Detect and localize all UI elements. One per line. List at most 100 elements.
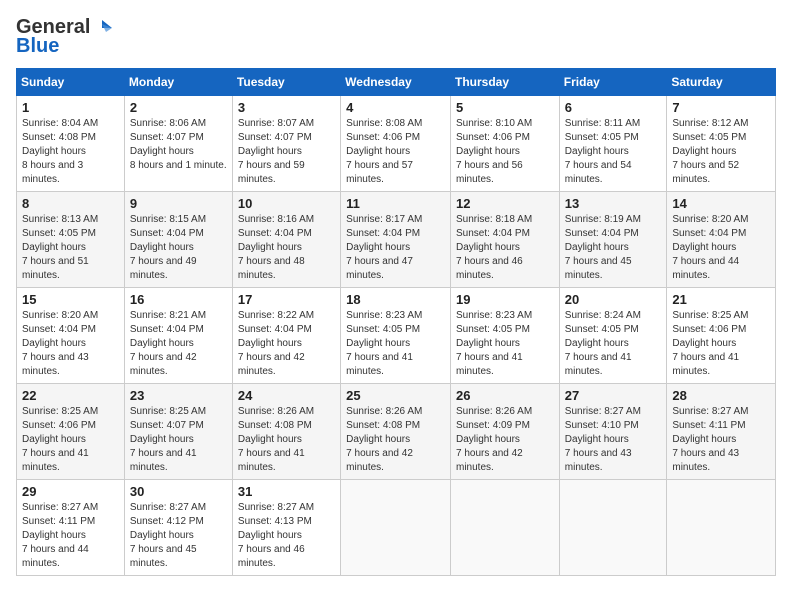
calendar-header-row: SundayMondayTuesdayWednesdayThursdayFrid… bbox=[17, 69, 776, 96]
day-detail: Sunrise: 8:27 AMSunset: 4:11 PMDaylight … bbox=[22, 501, 119, 571]
day-number: 12 bbox=[456, 196, 554, 211]
day-detail: Sunrise: 8:18 AMSunset: 4:04 PMDaylight … bbox=[456, 213, 554, 283]
day-cell: 17 Sunrise: 8:22 AMSunset: 4:04 PMDayligh… bbox=[232, 288, 340, 384]
logo-blue: Blue bbox=[16, 35, 59, 58]
header-cell-friday: Friday bbox=[559, 69, 667, 96]
day-detail: Sunrise: 8:22 AMSunset: 4:04 PMDaylight … bbox=[238, 309, 335, 379]
day-detail: Sunrise: 8:26 AMSunset: 4:09 PMDaylight … bbox=[456, 405, 554, 475]
day-cell: 11Sunrise: 8:17 AMSunset: 4:04 PMDayligh… bbox=[341, 192, 451, 288]
logo-text-block: General Blue bbox=[16, 16, 112, 58]
day-cell: 19Sunrise: 8:23 AMSunset: 4:05 PMDayligh… bbox=[451, 288, 560, 384]
day-number: 5 bbox=[456, 100, 554, 115]
day-number: 21 bbox=[672, 292, 770, 307]
day-cell: 21 Sunrise: 8:25 AMSunset: 4:06 PMDayligh… bbox=[667, 288, 776, 384]
day-detail: Sunrise: 8:04 AMSunset: 4:08 PMDaylight … bbox=[22, 117, 119, 187]
day-detail: Sunrise: 8:27 AMSunset: 4:10 PMDaylight … bbox=[565, 405, 662, 475]
day-detail: Sunrise: 8:13 AMSunset: 4:05 PMDaylight … bbox=[22, 213, 119, 283]
day-cell: 31Sunrise: 8:27 AMSunset: 4:13 PMDayligh… bbox=[232, 480, 340, 576]
day-cell: 23 Sunrise: 8:25 AMSunset: 4:07 PMDayligh… bbox=[124, 384, 232, 480]
day-detail: Sunrise: 8:20 AMSunset: 4:04 PMDaylight … bbox=[672, 213, 770, 283]
header-cell-saturday: Saturday bbox=[667, 69, 776, 96]
day-detail: Sunrise: 8:08 AMSunset: 4:06 PMDaylight … bbox=[346, 117, 445, 187]
day-cell: 18 Sunrise: 8:23 AMSunset: 4:05 PMDayligh… bbox=[341, 288, 451, 384]
day-number: 7 bbox=[672, 100, 770, 115]
week-row-2: 8 Sunrise: 8:13 AMSunset: 4:05 PMDaylight… bbox=[17, 192, 776, 288]
day-cell: 9Sunrise: 8:15 AMSunset: 4:04 PMDaylight… bbox=[124, 192, 232, 288]
day-number: 20 bbox=[565, 292, 662, 307]
day-detail: Sunrise: 8:20 AMSunset: 4:04 PMDaylight … bbox=[22, 309, 119, 379]
day-detail: Sunrise: 8:11 AMSunset: 4:05 PMDaylight … bbox=[565, 117, 662, 187]
day-detail: Sunrise: 8:25 AMSunset: 4:06 PMDaylight … bbox=[672, 309, 770, 379]
day-detail: Sunrise: 8:27 AMSunset: 4:11 PMDaylight … bbox=[672, 405, 770, 475]
day-number: 15 bbox=[22, 292, 119, 307]
day-detail: Sunrise: 8:27 AMSunset: 4:13 PMDaylight … bbox=[238, 501, 335, 571]
week-row-5: 29 Sunrise: 8:27 AMSunset: 4:11 PMDayligh… bbox=[17, 480, 776, 576]
day-number: 2 bbox=[130, 100, 227, 115]
day-cell: 5 Sunrise: 8:10 AMSunset: 4:06 PMDaylight… bbox=[451, 96, 560, 192]
day-detail: Sunrise: 8:12 AMSunset: 4:05 PMDaylight … bbox=[672, 117, 770, 187]
day-cell: 24 Sunrise: 8:26 AMSunset: 4:08 PMDayligh… bbox=[232, 384, 340, 480]
day-detail: Sunrise: 8:24 AMSunset: 4:05 PMDaylight … bbox=[565, 309, 662, 379]
day-number: 18 bbox=[346, 292, 445, 307]
day-cell: 30Sunrise: 8:27 AMSunset: 4:12 PMDayligh… bbox=[124, 480, 232, 576]
day-detail: Sunrise: 8:07 AMSunset: 4:07 PMDaylight … bbox=[238, 117, 335, 187]
day-cell: 6 Sunrise: 8:11 AMSunset: 4:05 PMDaylight… bbox=[559, 96, 667, 192]
calendar: SundayMondayTuesdayWednesdayThursdayFrid… bbox=[16, 68, 776, 576]
day-cell bbox=[559, 480, 667, 576]
day-cell: 10Sunrise: 8:16 AMSunset: 4:04 PMDayligh… bbox=[232, 192, 340, 288]
day-number: 28 bbox=[672, 388, 770, 403]
day-number: 25 bbox=[346, 388, 445, 403]
logo: General Blue bbox=[16, 16, 112, 58]
day-cell: 3Sunrise: 8:07 AMSunset: 4:07 PMDaylight… bbox=[232, 96, 340, 192]
day-number: 6 bbox=[565, 100, 662, 115]
day-cell: 12 Sunrise: 8:18 AMSunset: 4:04 PMDayligh… bbox=[451, 192, 560, 288]
day-cell: 29 Sunrise: 8:27 AMSunset: 4:11 PMDayligh… bbox=[17, 480, 125, 576]
day-number: 22 bbox=[22, 388, 119, 403]
day-detail: Sunrise: 8:27 AMSunset: 4:12 PMDaylight … bbox=[130, 501, 227, 571]
day-number: 8 bbox=[22, 196, 119, 211]
day-number: 16 bbox=[130, 292, 227, 307]
week-row-3: 15 Sunrise: 8:20 AMSunset: 4:04 PMDayligh… bbox=[17, 288, 776, 384]
day-detail: Sunrise: 8:26 AMSunset: 4:08 PMDaylight … bbox=[346, 405, 445, 475]
header-cell-monday: Monday bbox=[124, 69, 232, 96]
header-cell-sunday: Sunday bbox=[17, 69, 125, 96]
day-detail: Sunrise: 8:25 AMSunset: 4:07 PMDaylight … bbox=[130, 405, 227, 475]
day-number: 19 bbox=[456, 292, 554, 307]
day-number: 4 bbox=[346, 100, 445, 115]
header-cell-thursday: Thursday bbox=[451, 69, 560, 96]
day-detail: Sunrise: 8:19 AMSunset: 4:04 PMDaylight … bbox=[565, 213, 662, 283]
week-row-4: 22Sunrise: 8:25 AMSunset: 4:06 PMDayligh… bbox=[17, 384, 776, 480]
header-cell-tuesday: Tuesday bbox=[232, 69, 340, 96]
day-number: 1 bbox=[22, 100, 119, 115]
day-detail: Sunrise: 8:23 AMSunset: 4:05 PMDaylight … bbox=[346, 309, 445, 379]
day-number: 14 bbox=[672, 196, 770, 211]
day-cell: 7 Sunrise: 8:12 AMSunset: 4:05 PMDaylight… bbox=[667, 96, 776, 192]
day-cell: 28 Sunrise: 8:27 AMSunset: 4:11 PMDayligh… bbox=[667, 384, 776, 480]
day-cell: 8 Sunrise: 8:13 AMSunset: 4:05 PMDaylight… bbox=[17, 192, 125, 288]
day-cell: 25 Sunrise: 8:26 AMSunset: 4:08 PMDayligh… bbox=[341, 384, 451, 480]
logo-bird-icon bbox=[92, 18, 112, 38]
day-number: 10 bbox=[238, 196, 335, 211]
day-cell: 20 Sunrise: 8:24 AMSunset: 4:05 PMDayligh… bbox=[559, 288, 667, 384]
day-detail: Sunrise: 8:17 AMSunset: 4:04 PMDaylight … bbox=[346, 213, 445, 283]
day-cell: 2 Sunrise: 8:06 AMSunset: 4:07 PMDaylight… bbox=[124, 96, 232, 192]
day-number: 17 bbox=[238, 292, 335, 307]
day-number: 24 bbox=[238, 388, 335, 403]
day-cell: 27Sunrise: 8:27 AMSunset: 4:10 PMDayligh… bbox=[559, 384, 667, 480]
day-cell: 1 Sunrise: 8:04 AMSunset: 4:08 PMDaylight… bbox=[17, 96, 125, 192]
day-detail: Sunrise: 8:06 AMSunset: 4:07 PMDaylight … bbox=[130, 117, 227, 173]
day-cell: 16 Sunrise: 8:21 AMSunset: 4:04 PMDayligh… bbox=[124, 288, 232, 384]
day-detail: Sunrise: 8:10 AMSunset: 4:06 PMDaylight … bbox=[456, 117, 554, 187]
day-number: 23 bbox=[130, 388, 227, 403]
day-detail: Sunrise: 8:26 AMSunset: 4:08 PMDaylight … bbox=[238, 405, 335, 475]
day-number: 9 bbox=[130, 196, 227, 211]
day-number: 29 bbox=[22, 484, 119, 499]
day-detail: Sunrise: 8:21 AMSunset: 4:04 PMDaylight … bbox=[130, 309, 227, 379]
day-number: 26 bbox=[456, 388, 554, 403]
day-cell: 14 Sunrise: 8:20 AMSunset: 4:04 PMDayligh… bbox=[667, 192, 776, 288]
day-cell: 4 Sunrise: 8:08 AMSunset: 4:06 PMDaylight… bbox=[341, 96, 451, 192]
header: General Blue bbox=[16, 16, 776, 58]
day-cell: 15 Sunrise: 8:20 AMSunset: 4:04 PMDayligh… bbox=[17, 288, 125, 384]
day-cell bbox=[451, 480, 560, 576]
week-row-1: 1 Sunrise: 8:04 AMSunset: 4:08 PMDaylight… bbox=[17, 96, 776, 192]
